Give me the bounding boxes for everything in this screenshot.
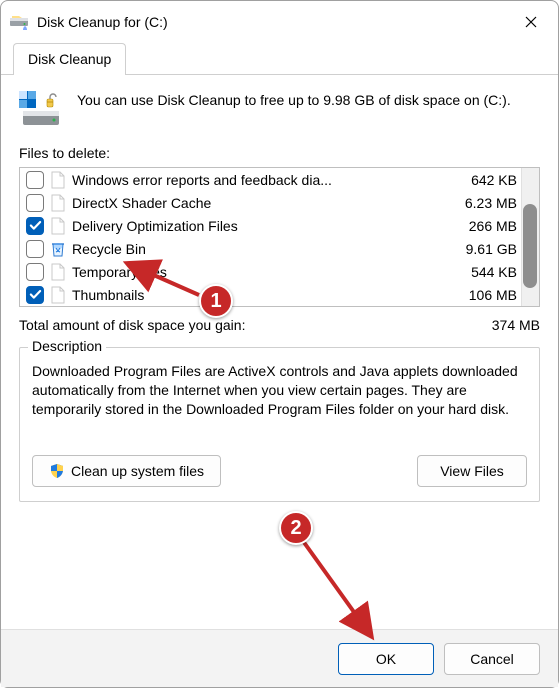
list-item[interactable]: Windows error reports and feedback dia..… xyxy=(20,168,539,191)
ok-button[interactable]: OK xyxy=(338,643,434,675)
total-row: Total amount of disk space you gain: 374… xyxy=(19,317,540,333)
cancel-button[interactable]: Cancel xyxy=(444,643,540,675)
list-item[interactable]: Thumbnails106 MB xyxy=(20,283,539,306)
item-size: 544 KB xyxy=(437,264,517,280)
total-label: Total amount of disk space you gain: xyxy=(19,317,450,333)
tab-strip: Disk Cleanup xyxy=(1,43,558,75)
description-group: Description Downloaded Program Files are… xyxy=(19,347,540,502)
files-to-delete-label: Files to delete: xyxy=(19,145,540,161)
item-size: 266 MB xyxy=(437,218,517,234)
checkbox[interactable] xyxy=(26,240,44,258)
intro-row: You can use Disk Cleanup to free up to 9… xyxy=(19,91,540,131)
drive-icon xyxy=(19,91,63,131)
tab-content: You can use Disk Cleanup to free up to 9… xyxy=(1,75,558,512)
item-size: 9.61 GB xyxy=(437,241,517,257)
list-item[interactable]: Temporary files544 KB xyxy=(20,260,539,283)
file-icon xyxy=(50,286,66,304)
title-bar: Disk Cleanup for (C:) xyxy=(1,1,558,43)
recycle-bin-icon xyxy=(50,240,66,258)
ok-label: OK xyxy=(376,651,396,667)
list-item[interactable]: Delivery Optimization Files266 MB xyxy=(20,214,539,237)
checkbox[interactable] xyxy=(26,286,44,304)
description-legend: Description xyxy=(28,338,106,354)
file-icon xyxy=(50,263,66,281)
item-name: Thumbnails xyxy=(72,287,437,303)
close-button[interactable] xyxy=(508,6,554,38)
intro-text: You can use Disk Cleanup to free up to 9… xyxy=(77,91,511,110)
annotation-badge-2: 2 xyxy=(279,511,313,545)
checkbox[interactable] xyxy=(26,171,44,189)
files-listbox[interactable]: Windows error reports and feedback dia..… xyxy=(19,167,540,307)
description-button-row: Clean up system files View Files xyxy=(32,455,527,487)
file-icon xyxy=(50,171,66,189)
total-value: 374 MB xyxy=(450,317,540,333)
item-name: Delivery Optimization Files xyxy=(72,218,437,234)
tab-disk-cleanup[interactable]: Disk Cleanup xyxy=(13,43,126,75)
item-name: Windows error reports and feedback dia..… xyxy=(72,172,437,188)
file-icon xyxy=(50,217,66,235)
item-name: Temporary files xyxy=(72,264,437,280)
checkbox[interactable] xyxy=(26,217,44,235)
item-name: DirectX Shader Cache xyxy=(72,195,437,211)
disk-cleanup-icon xyxy=(9,12,29,32)
description-text: Downloaded Program Files are ActiveX con… xyxy=(32,362,527,419)
list-item[interactable]: DirectX Shader Cache6.23 MB xyxy=(20,191,539,214)
item-size: 6.23 MB xyxy=(437,195,517,211)
cancel-label: Cancel xyxy=(470,651,514,667)
clean-up-system-files-label: Clean up system files xyxy=(71,463,204,479)
uac-shield-icon xyxy=(49,463,65,479)
item-name: Recycle Bin xyxy=(72,241,437,257)
item-size: 106 MB xyxy=(437,287,517,303)
checkbox[interactable] xyxy=(26,263,44,281)
view-files-button[interactable]: View Files xyxy=(417,455,527,487)
scrollbar-thumb[interactable] xyxy=(523,204,537,288)
window-title: Disk Cleanup for (C:) xyxy=(37,14,508,30)
file-icon xyxy=(50,194,66,212)
checkbox[interactable] xyxy=(26,194,44,212)
clean-up-system-files-button[interactable]: Clean up system files xyxy=(32,455,221,487)
item-size: 642 KB xyxy=(437,172,517,188)
view-files-label: View Files xyxy=(440,463,504,479)
scrollbar[interactable] xyxy=(521,168,539,306)
list-item[interactable]: Recycle Bin9.61 GB xyxy=(20,237,539,260)
dialog-footer: OK Cancel xyxy=(1,629,558,687)
